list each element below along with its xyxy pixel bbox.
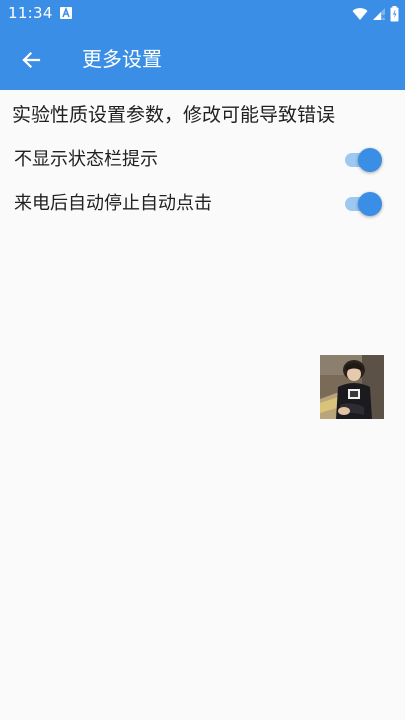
- stop-on-call-switch[interactable]: [345, 192, 382, 216]
- page-title: 更多设置: [82, 47, 162, 71]
- wifi-icon: [352, 8, 368, 20]
- avatar-photo: [320, 355, 384, 419]
- status-bar: 11:34: [0, 0, 405, 28]
- status-icons: [352, 6, 399, 22]
- status-time: 11:34: [8, 4, 53, 22]
- signal-icon: [373, 8, 386, 20]
- app-notification-icon: [60, 7, 72, 19]
- app-bar: 更多设置: [0, 28, 405, 90]
- hide-status-bar-hint-switch[interactable]: [345, 148, 382, 172]
- arrow-left-icon: [22, 51, 41, 69]
- warning-text: 实验性质设置参数，修改可能导致错误: [12, 104, 336, 126]
- battery-icon: [390, 6, 399, 22]
- switch-thumb: [358, 192, 382, 216]
- setting-row-hide-status-bar-hint[interactable]: 不显示状态栏提示: [0, 138, 405, 182]
- floating-window-avatar[interactable]: [320, 355, 384, 419]
- setting-label: 不显示状态栏提示: [14, 149, 158, 170]
- setting-row-stop-on-call[interactable]: 来电后自动停止自动点击: [0, 182, 405, 226]
- back-button[interactable]: [12, 41, 50, 79]
- setting-label: 来电后自动停止自动点击: [14, 193, 212, 214]
- switch-thumb: [358, 148, 382, 172]
